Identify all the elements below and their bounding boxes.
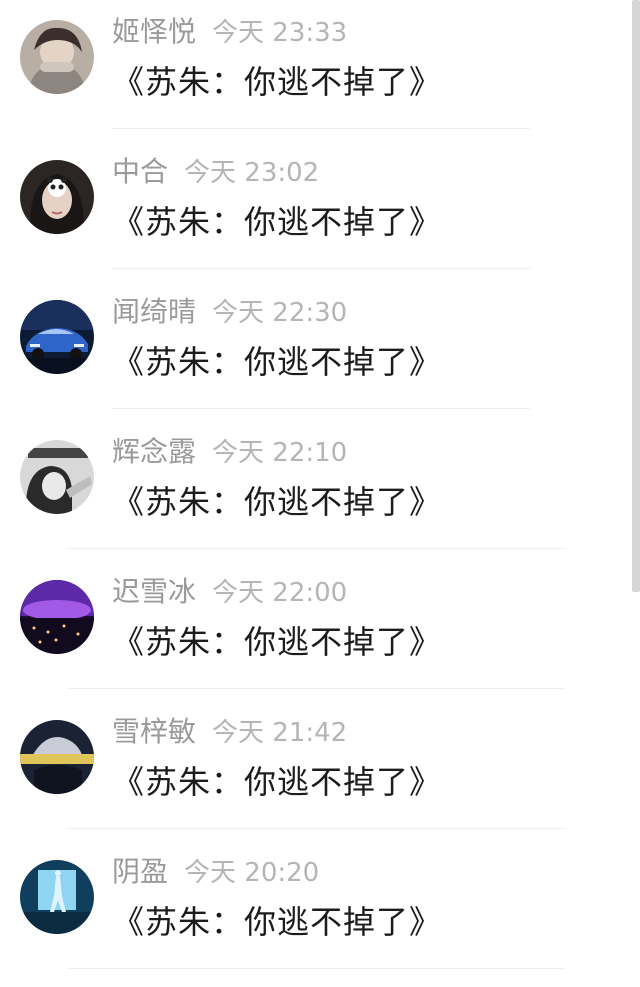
user-avatar-bw-portrait[interactable] (20, 440, 94, 514)
comment-item[interactable]: 中合 今天 23:02 《苏朱：你逃不掉了》 (0, 140, 640, 280)
username[interactable]: 雪梓敏 (112, 715, 196, 748)
comment-meta: 辉念露 今天 22:10 (112, 434, 347, 470)
comment-text: 《苏朱：你逃不掉了》 (112, 903, 443, 941)
comment-item[interactable]: 阴盈 今天 20:20 《苏朱：你逃不掉了》 (0, 840, 640, 980)
comment-item[interactable]: 辉念露 今天 22:10 《苏朱：你逃不掉了》 (0, 420, 640, 560)
comment-text: 《苏朱：你逃不掉了》 (112, 483, 443, 521)
timestamp: 今天 22:30 (212, 298, 348, 328)
comment-text: 《苏朱：你逃不掉了》 (112, 343, 443, 381)
comment-meta: 姬怿悦 今天 23:33 (112, 14, 347, 50)
username[interactable]: 闻绮晴 (112, 295, 196, 328)
comment-meta: 中合 今天 23:02 (112, 154, 319, 190)
user-avatar-cyan-figure[interactable] (20, 860, 94, 934)
timestamp: 今天 20:20 (184, 858, 320, 888)
comment-text: 《苏朱：你逃不掉了》 (112, 203, 443, 241)
divider (68, 548, 565, 549)
comment-text: 《苏朱：你逃不掉了》 (112, 623, 443, 661)
comment-item[interactable]: 姬怿悦 今天 23:33 《苏朱：你逃不掉了》 (0, 0, 640, 140)
timestamp: 今天 23:02 (184, 158, 320, 188)
username[interactable]: 辉念露 (112, 435, 196, 468)
comment-meta: 雪梓敏 今天 21:42 (112, 714, 347, 750)
scrollbar[interactable] (632, 0, 640, 592)
username[interactable]: 姬怿悦 (112, 15, 196, 48)
username[interactable]: 中合 (112, 155, 168, 188)
username[interactable]: 阴盈 (112, 855, 168, 888)
divider (112, 408, 530, 409)
divider (68, 968, 565, 969)
user-avatar-purple-city[interactable] (20, 580, 94, 654)
timestamp: 今天 22:10 (212, 438, 348, 468)
divider (68, 688, 565, 689)
user-avatar-blue-car[interactable] (20, 300, 94, 374)
comment-feed: 姬怿悦 今天 23:33 《苏朱：你逃不掉了》 中合 今天 23:02 《苏朱：你逃… (0, 0, 640, 987)
divider (112, 128, 530, 129)
timestamp: 今天 23:33 (212, 18, 348, 48)
comment-text: 《苏朱：你逃不掉了》 (112, 763, 443, 801)
comment-item[interactable]: 雪梓敏 今天 21:42 《苏朱：你逃不掉了》 (0, 700, 640, 840)
comment-meta: 迟雪冰 今天 22:00 (112, 574, 347, 610)
timestamp: 今天 21:42 (212, 718, 348, 748)
comment-item[interactable]: 闻绮晴 今天 22:30 《苏朱：你逃不掉了》 (0, 280, 640, 420)
timestamp: 今天 22:00 (212, 578, 348, 608)
user-avatar-girl-sticker[interactable] (20, 160, 94, 234)
comment-text: 《苏朱：你逃不掉了》 (112, 63, 443, 101)
comment-meta: 闻绮晴 今天 22:30 (112, 294, 347, 330)
user-avatar-girl-scarf[interactable] (20, 20, 94, 94)
user-avatar-dark-figure[interactable] (20, 720, 94, 794)
divider (68, 828, 565, 829)
username[interactable]: 迟雪冰 (112, 575, 196, 608)
comment-meta: 阴盈 今天 20:20 (112, 854, 319, 890)
comment-item[interactable]: 迟雪冰 今天 22:00 《苏朱：你逃不掉了》 (0, 560, 640, 700)
divider (112, 268, 530, 269)
